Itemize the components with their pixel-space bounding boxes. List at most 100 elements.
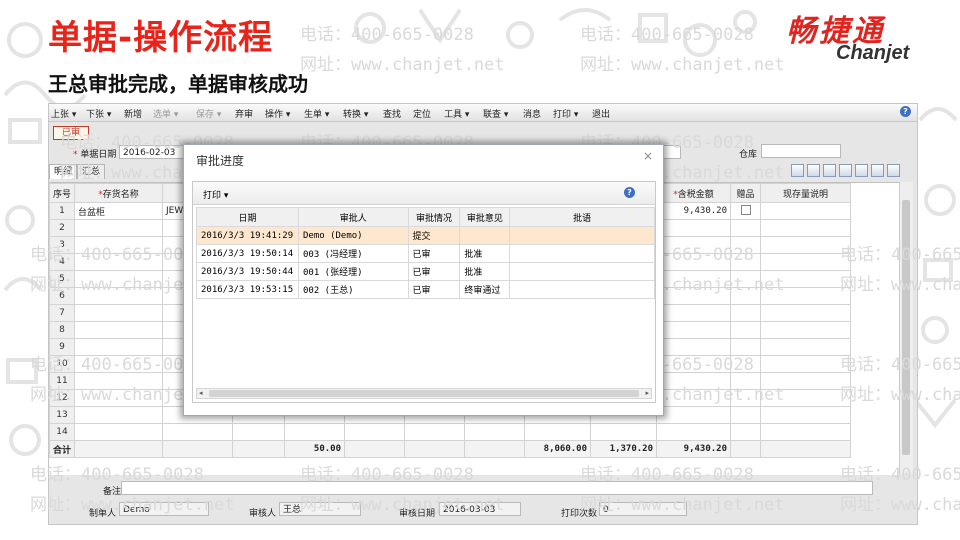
- table-cell[interactable]: 2016/3/3 19:50:14: [196, 244, 299, 263]
- menu-generate[interactable]: 生单 ▾: [304, 107, 329, 120]
- menu-locate[interactable]: 定位: [413, 107, 431, 120]
- table-cell[interactable]: [730, 338, 762, 356]
- dialog-print-button[interactable]: 打印 ▾: [203, 188, 228, 201]
- table-cell[interactable]: [656, 270, 732, 288]
- scroll-thumb[interactable]: [209, 390, 639, 397]
- table-cell[interactable]: 已审: [407, 262, 461, 281]
- column-header[interactable]: *含税金额: [656, 183, 732, 203]
- table-cell[interactable]: [656, 372, 732, 390]
- table-cell[interactable]: [74, 355, 164, 373]
- save-layout-icon[interactable]: [887, 164, 900, 177]
- column-header[interactable]: *存货名称: [74, 183, 164, 203]
- remark-field[interactable]: [121, 481, 873, 495]
- table-cell[interactable]: [656, 423, 732, 441]
- menu-select-source[interactable]: 选单 ▾: [153, 107, 178, 120]
- table-cell[interactable]: [760, 219, 852, 237]
- table-cell[interactable]: [760, 304, 852, 322]
- table-cell[interactable]: [509, 262, 655, 281]
- table-row[interactable]: 2016/3/3 19:50:14 003 (冯经理) 已审 批准: [196, 244, 655, 263]
- menu-exit[interactable]: 退出: [592, 107, 610, 120]
- table-cell[interactable]: [760, 253, 852, 271]
- table-cell[interactable]: [74, 321, 164, 339]
- table-cell[interactable]: 提交: [407, 226, 461, 245]
- table-cell[interactable]: 001 (张经理): [297, 262, 409, 281]
- table-cell[interactable]: 2016/3/3 19:41:29: [196, 226, 299, 245]
- table-cell[interactable]: [730, 202, 762, 220]
- close-icon[interactable]: ×: [643, 149, 653, 163]
- menu-tools[interactable]: 工具 ▾: [444, 107, 469, 120]
- table-cell[interactable]: [344, 423, 406, 441]
- table-cell[interactable]: [730, 253, 762, 271]
- table-cell[interactable]: [656, 219, 732, 237]
- tab-summary[interactable]: 汇总: [77, 164, 106, 179]
- menu-link-query[interactable]: 联查 ▾: [483, 107, 508, 120]
- table-cell[interactable]: [74, 304, 164, 322]
- table-cell[interactable]: [730, 423, 762, 441]
- table-cell[interactable]: Demo (Demo): [297, 226, 409, 245]
- tab-detail[interactable]: 明细: [49, 164, 78, 179]
- table-cell[interactable]: [760, 321, 852, 339]
- table-cell[interactable]: [760, 287, 852, 305]
- scroll-thumb[interactable]: [902, 200, 910, 455]
- table-cell[interactable]: [656, 321, 732, 339]
- table-cell[interactable]: 台盆柜: [74, 202, 164, 220]
- table-cell[interactable]: [656, 406, 732, 424]
- export-icon[interactable]: [871, 164, 884, 177]
- table-cell[interactable]: [74, 338, 164, 356]
- table-cell[interactable]: 批准: [459, 244, 511, 263]
- table-row[interactable]: 14: [49, 423, 852, 441]
- table-cell[interactable]: 003 (冯经理): [297, 244, 409, 263]
- table-row[interactable]: 2016/3/3 19:53:15 002 (王总) 已审 终审通过: [196, 280, 655, 299]
- column-header[interactable]: 审批意见: [459, 207, 511, 227]
- menu-print[interactable]: 打印 ▾: [553, 107, 578, 120]
- horizontal-scrollbar[interactable]: ◂ ▸: [196, 388, 652, 399]
- table-cell[interactable]: [464, 423, 526, 441]
- table-cell[interactable]: 已审: [407, 280, 461, 299]
- table-cell[interactable]: [730, 406, 762, 424]
- table-cell[interactable]: [760, 389, 852, 407]
- column-header[interactable]: 日期: [196, 207, 299, 227]
- warehouse-field[interactable]: [761, 144, 841, 158]
- menu-convert[interactable]: 转换 ▾: [343, 107, 368, 120]
- table-cell[interactable]: [590, 423, 658, 441]
- query-icon[interactable]: [855, 164, 868, 177]
- table-cell[interactable]: [760, 406, 852, 424]
- table-cell[interactable]: [760, 270, 852, 288]
- table-row[interactable]: 2016/3/3 19:50:44 001 (张经理) 已审 批准: [196, 262, 655, 281]
- table-cell[interactable]: [730, 236, 762, 254]
- menu-message[interactable]: 消息: [523, 107, 541, 120]
- table-cell[interactable]: [509, 244, 655, 263]
- scroll-left-icon[interactable]: ◂: [199, 389, 203, 398]
- scroll-right-icon[interactable]: ▸: [645, 389, 649, 398]
- table-cell[interactable]: [730, 389, 762, 407]
- menu-next[interactable]: 下张 ▾: [86, 107, 111, 120]
- menu-new[interactable]: 新增: [124, 107, 142, 120]
- vertical-scrollbar[interactable]: [899, 182, 913, 474]
- table-cell[interactable]: [74, 389, 164, 407]
- table-cell[interactable]: 9,430.20: [656, 202, 732, 220]
- table-cell[interactable]: [74, 236, 164, 254]
- paste-row-icon[interactable]: [807, 164, 820, 177]
- table-cell[interactable]: [730, 304, 762, 322]
- table-cell[interactable]: [656, 236, 732, 254]
- table-cell[interactable]: [509, 226, 655, 245]
- table-cell[interactable]: 2016/3/3 19:53:15: [196, 280, 299, 299]
- table-row[interactable]: 2016/3/3 19:41:29 Demo (Demo) 提交: [196, 226, 655, 245]
- table-cell[interactable]: [656, 304, 732, 322]
- menu-operate[interactable]: 操作 ▾: [265, 107, 290, 120]
- table-cell[interactable]: [760, 372, 852, 390]
- insert-row-icon[interactable]: [823, 164, 836, 177]
- table-cell[interactable]: [74, 423, 164, 441]
- column-header[interactable]: 审批人: [297, 207, 409, 227]
- table-cell[interactable]: [232, 423, 286, 441]
- table-cell[interactable]: 终审通过: [459, 280, 511, 299]
- gift-checkbox[interactable]: [740, 204, 751, 215]
- help-icon[interactable]: ?: [624, 187, 635, 198]
- table-cell[interactable]: [404, 423, 466, 441]
- table-cell[interactable]: [730, 270, 762, 288]
- table-cell[interactable]: [730, 321, 762, 339]
- table-cell[interactable]: [656, 287, 732, 305]
- column-header[interactable]: 现存量说明: [760, 183, 852, 203]
- table-cell[interactable]: [730, 287, 762, 305]
- table-cell[interactable]: 已审: [407, 244, 461, 263]
